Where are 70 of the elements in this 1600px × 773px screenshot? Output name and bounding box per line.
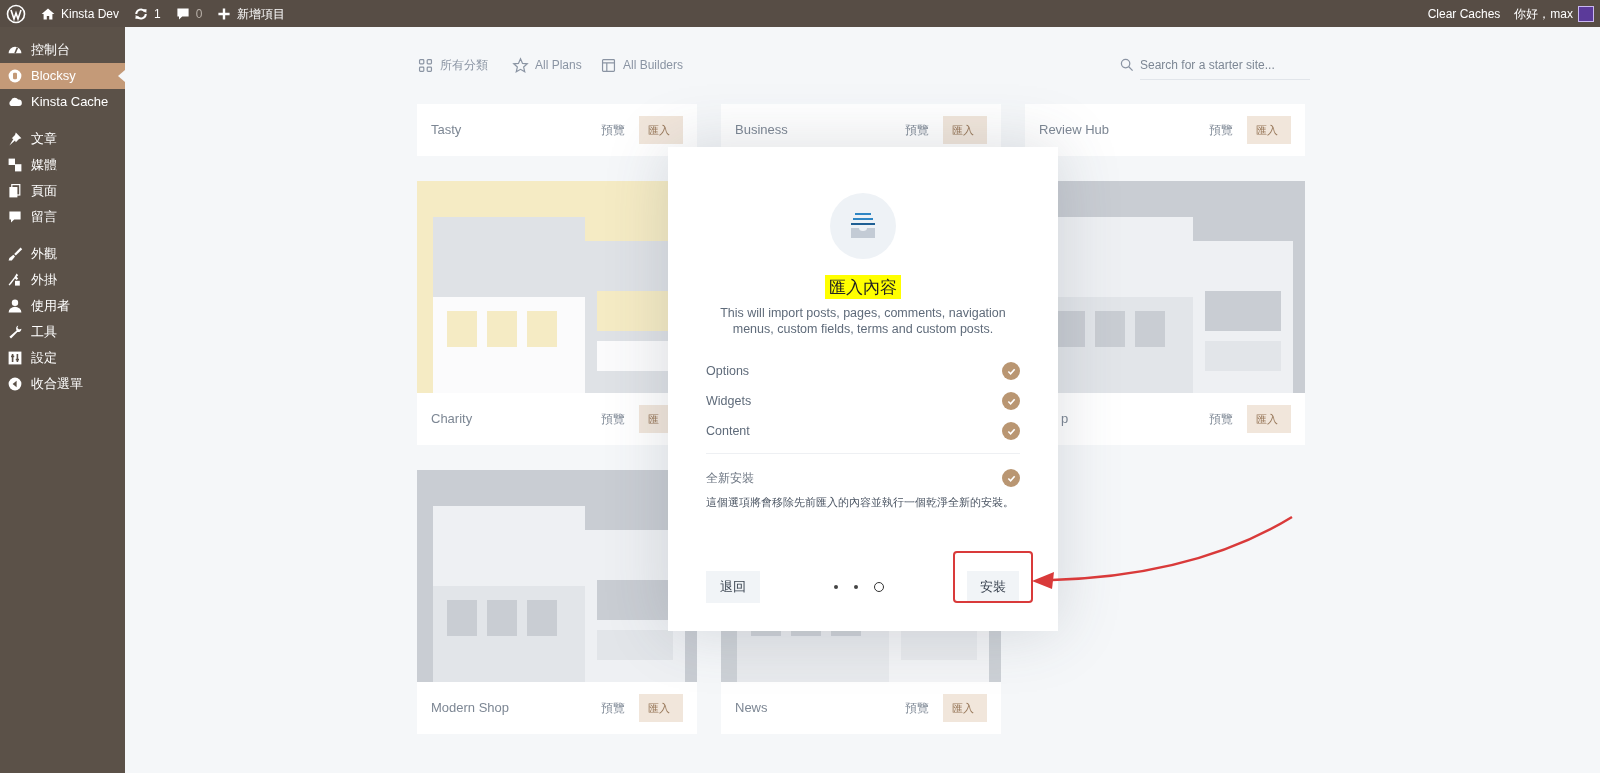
option-label: 全新安裝 bbox=[706, 470, 754, 487]
search-icon bbox=[1120, 58, 1134, 72]
back-button[interactable]: 退回 bbox=[706, 571, 760, 603]
sidebar-item[interactable]: 外觀 bbox=[0, 241, 125, 267]
greeting-link[interactable]: 你好，max bbox=[1514, 4, 1573, 23]
collapse-icon bbox=[7, 376, 23, 392]
checkbox[interactable] bbox=[1002, 362, 1020, 380]
check-icon bbox=[1006, 473, 1016, 483]
grid-icon bbox=[417, 56, 434, 74]
check-icon bbox=[1006, 396, 1016, 406]
option-label: Content bbox=[706, 422, 750, 440]
sidebar-item[interactable]: 工具 bbox=[0, 319, 125, 345]
settings-icon bbox=[7, 350, 23, 366]
brush-icon bbox=[7, 246, 23, 262]
checkbox[interactable] bbox=[1002, 422, 1020, 440]
preview-link[interactable]: 預覽 bbox=[1209, 410, 1233, 428]
option-label: Options bbox=[706, 362, 750, 380]
admin-bar-link[interactable]: 1 bbox=[154, 4, 161, 23]
sidebar-item[interactable]: 使用者 bbox=[0, 293, 125, 319]
sidebar-item[interactable]: 文章 bbox=[0, 126, 125, 152]
card-title: p bbox=[1061, 410, 1069, 429]
wrench-icon bbox=[7, 324, 23, 340]
plug-icon bbox=[7, 272, 23, 288]
sidebar-item[interactable]: 收合選單 bbox=[0, 371, 125, 397]
clear-caches-link[interactable]: Clear Caches bbox=[1427, 4, 1501, 23]
comment-icon bbox=[174, 5, 191, 22]
dialog-title: 匯入內容 bbox=[825, 275, 901, 299]
active-pointer bbox=[118, 70, 125, 82]
install-button[interactable]: 安裝 bbox=[967, 571, 1019, 603]
avatar-icon bbox=[1578, 5, 1594, 22]
card-title: Review Hub bbox=[1039, 121, 1110, 140]
search-field[interactable]: Search for a starter site... bbox=[1140, 50, 1310, 80]
preview-link[interactable]: 預覽 bbox=[601, 699, 625, 717]
card-title: Modern Shop bbox=[431, 699, 510, 718]
check-icon bbox=[1006, 426, 1016, 436]
comment-icon bbox=[7, 209, 23, 225]
b-circle-icon bbox=[7, 68, 23, 84]
sidebar-item[interactable]: 外掛 bbox=[0, 267, 125, 293]
media-icon bbox=[7, 157, 23, 173]
card-title: Charity bbox=[431, 410, 473, 429]
preview-link[interactable]: 預覽 bbox=[601, 121, 625, 139]
admin-bar-link[interactable]: 新增項目 bbox=[237, 4, 286, 23]
preview-link[interactable]: 預覽 bbox=[905, 699, 929, 717]
option-label: Widgets bbox=[706, 392, 752, 410]
option-note: 這個選項將會移除先前匯入的內容並執行一個乾淨全新的安裝。 bbox=[706, 495, 1014, 510]
sidebar-item[interactable]: 頁面 bbox=[0, 178, 125, 204]
checkbox[interactable] bbox=[1002, 392, 1020, 410]
sidebar-item[interactable]: 控制台 bbox=[0, 37, 125, 63]
sidebar-item[interactable]: Kinsta Cache bbox=[0, 89, 125, 115]
refresh-icon bbox=[133, 5, 150, 22]
admin-bar-link[interactable]: Kinsta Dev bbox=[61, 4, 120, 23]
star-icon bbox=[512, 56, 529, 74]
sidebar-item[interactable]: 留言 bbox=[0, 204, 125, 230]
wordpress-logo-icon bbox=[6, 3, 26, 24]
preview-link[interactable]: 預覽 bbox=[601, 410, 625, 428]
plus-icon bbox=[216, 5, 233, 22]
user-icon bbox=[7, 298, 23, 314]
preview-link[interactable]: 預覽 bbox=[1209, 121, 1233, 139]
sidebar-item[interactable]: 媒體 bbox=[0, 152, 125, 178]
check-icon bbox=[1006, 366, 1016, 376]
card-title: Business bbox=[735, 121, 788, 140]
checkbox[interactable] bbox=[1002, 469, 1020, 487]
card-title: News bbox=[735, 699, 768, 718]
sidebar-item[interactable]: 設定 bbox=[0, 345, 125, 371]
admin-bar-link[interactable]: 0 bbox=[195, 4, 203, 23]
dialog-description: This will import posts, pages, comments, navigation menus, custom fields, terms and custom posts. bbox=[719, 305, 1007, 337]
card-title: Tasty bbox=[431, 121, 462, 140]
preview-link[interactable]: 預覽 bbox=[905, 121, 929, 139]
pages-icon bbox=[7, 183, 23, 199]
layout-icon bbox=[600, 56, 617, 74]
